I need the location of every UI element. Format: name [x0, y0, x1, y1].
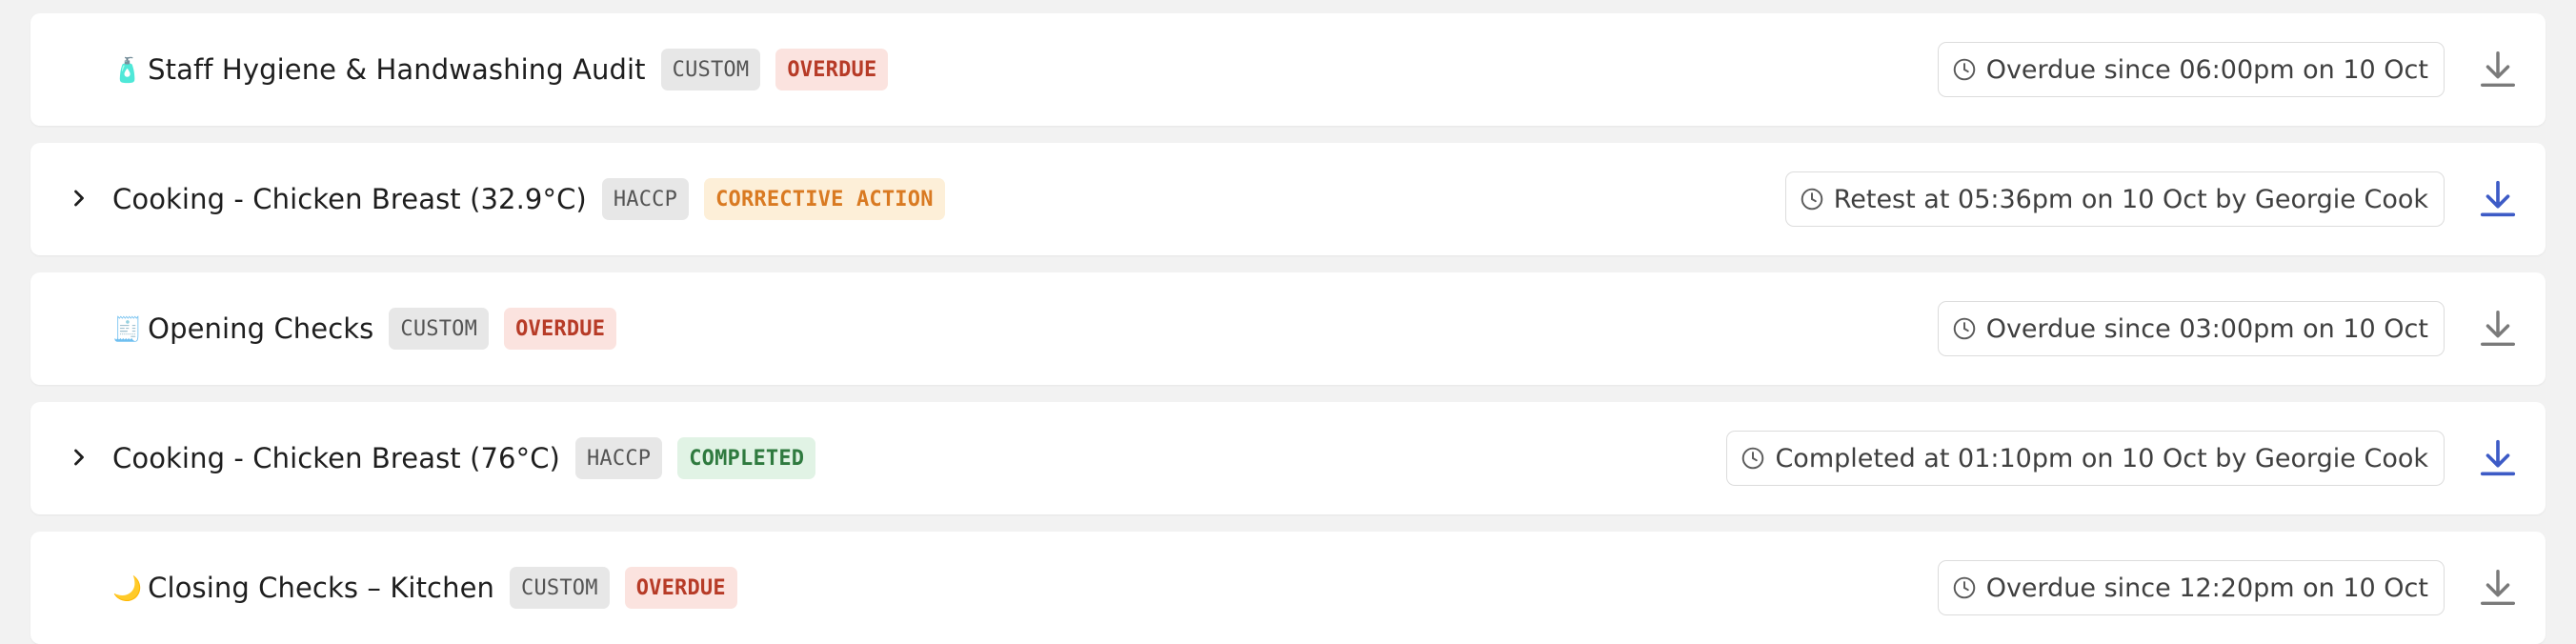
status-timestamp: Overdue since 06:00pm on 10 Oct	[1937, 42, 2445, 97]
check-title: Opening Checks	[148, 312, 374, 345]
status-timestamp: Retest at 05:36pm on 10 Oct by Georgie C…	[1784, 171, 2445, 227]
status-badge: CORRECTIVE ACTION	[704, 178, 945, 220]
check-title-group: Cooking - Chicken Breast (32.9°C) HACCP …	[112, 143, 945, 255]
check-actions: Retest at 05:36pm on 10 Oct by Georgie C…	[1784, 143, 2546, 255]
check-actions: Completed at 01:10pm on 10 Oct by Georgi…	[1726, 402, 2546, 514]
check-emoji-icon: 🧾	[112, 314, 143, 343]
status-timestamp: Overdue since 03:00pm on 10 Oct	[1937, 301, 2445, 356]
status-badge: OVERDUE	[624, 567, 737, 609]
check-actions: Overdue since 12:20pm on 10 Oct	[1937, 532, 2546, 644]
status-timestamp: Completed at 01:10pm on 10 Oct by Georgi…	[1726, 431, 2445, 486]
check-title-group: 🌙 Closing Checks – Kitchen CUSTOM OVERDU…	[112, 532, 737, 644]
clock-icon	[1741, 446, 1765, 471]
check-actions: Overdue since 03:00pm on 10 Oct	[1937, 272, 2546, 385]
type-badge: CUSTOM	[660, 49, 761, 91]
chevron-right-icon	[74, 190, 84, 207]
download-icon	[2480, 311, 2516, 347]
check-title: Closing Checks – Kitchen	[148, 572, 495, 604]
check-title: Cooking - Chicken Breast (76°C)	[112, 442, 560, 474]
status-text: Overdue since 03:00pm on 10 Oct	[1985, 313, 2428, 344]
download-icon	[2480, 439, 2516, 476]
clock-icon	[1952, 575, 1977, 600]
status-text: Overdue since 06:00pm on 10 Oct	[1985, 54, 2428, 85]
type-badge: CUSTOM	[389, 308, 490, 350]
expand-button[interactable]	[63, 182, 95, 214]
check-card[interactable]: 🧾 Opening Checks CUSTOM OVERDUE Overdue …	[30, 272, 2546, 385]
download-button[interactable]	[2464, 35, 2532, 104]
download-icon	[2480, 180, 2516, 217]
check-title-group: 🧾 Opening Checks CUSTOM OVERDUE	[112, 272, 617, 385]
type-badge: HACCP	[601, 178, 690, 220]
status-timestamp: Overdue since 12:20pm on 10 Oct	[1937, 560, 2445, 615]
check-card[interactable]: Cooking - Chicken Breast (76°C) HACCP CO…	[30, 402, 2546, 514]
check-title: Staff Hygiene & Handwashing Audit	[148, 53, 646, 86]
check-emoji-icon: 🧴	[112, 55, 143, 84]
check-card[interactable]: 🧴 Staff Hygiene & Handwashing Audit CUST…	[30, 13, 2546, 126]
chevron-right-icon	[74, 449, 84, 466]
check-title: Cooking - Chicken Breast (32.9°C)	[112, 183, 587, 215]
check-actions: Overdue since 06:00pm on 10 Oct	[1937, 13, 2546, 126]
download-button[interactable]	[2464, 294, 2532, 363]
download-button[interactable]	[2464, 553, 2532, 622]
status-text: Completed at 01:10pm on 10 Oct by Georgi…	[1775, 443, 2428, 473]
clock-icon	[1800, 187, 1824, 211]
check-emoji-icon: 🌙	[112, 574, 143, 602]
download-icon	[2480, 570, 2516, 606]
download-button[interactable]	[2464, 165, 2532, 233]
clock-icon	[1952, 57, 1977, 82]
expand-button[interactable]	[63, 441, 95, 473]
status-badge: OVERDUE	[775, 49, 889, 91]
check-title-group: Cooking - Chicken Breast (76°C) HACCP CO…	[112, 402, 816, 514]
download-icon	[2480, 51, 2516, 88]
status-text: Overdue since 12:20pm on 10 Oct	[1985, 573, 2428, 603]
check-card[interactable]: Cooking - Chicken Breast (32.9°C) HACCP …	[30, 143, 2546, 255]
type-badge: HACCP	[574, 437, 663, 479]
check-title-group: 🧴 Staff Hygiene & Handwashing Audit CUST…	[112, 13, 889, 126]
type-badge: CUSTOM	[510, 567, 610, 609]
status-badge: COMPLETED	[677, 437, 816, 479]
clock-icon	[1952, 316, 1977, 341]
check-card[interactable]: 🌙 Closing Checks – Kitchen CUSTOM OVERDU…	[30, 532, 2546, 644]
status-badge: OVERDUE	[504, 308, 617, 350]
download-button[interactable]	[2464, 424, 2532, 493]
status-text: Retest at 05:36pm on 10 Oct by Georgie C…	[1833, 184, 2428, 214]
